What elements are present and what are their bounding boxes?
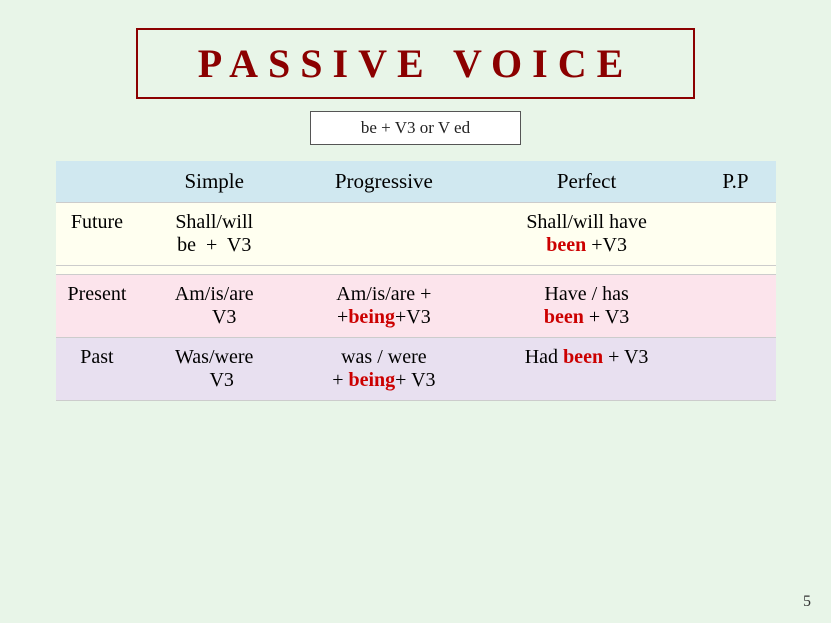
past-perfect-suffix: + V3	[608, 346, 648, 368]
future-label: Future	[56, 203, 139, 266]
present-perfect-suffix: + V3	[589, 306, 629, 328]
future-progressive	[290, 203, 478, 266]
table-row-future-spacer	[56, 266, 776, 275]
present-progressive: Am/is/are + +being+V3	[290, 275, 478, 338]
page-number: 5	[803, 593, 811, 611]
table-header-row: Simple Progressive Perfect P.P	[56, 161, 776, 203]
present-pp	[695, 275, 775, 338]
future-perfect-suffix: +V3	[591, 234, 627, 256]
present-label: Present	[56, 275, 139, 338]
past-prog-being: being	[348, 369, 395, 391]
future-pp	[695, 203, 775, 266]
header-col3: Perfect	[478, 161, 696, 203]
header-col1: Simple	[138, 161, 290, 203]
table-row-past: Past Was/were V3 was / were + being+ V3 …	[56, 338, 776, 401]
header-col2: Progressive	[290, 161, 478, 203]
title-box: PASSIVE VOICE	[136, 28, 696, 99]
header-col0	[56, 161, 139, 203]
future-perfect: Shall/will have been +V3	[478, 203, 696, 266]
present-perfect: Have / has been + V3	[478, 275, 696, 338]
present-perfect-been: been	[544, 306, 584, 328]
slide-title: PASSIVE VOICE	[198, 41, 634, 86]
present-simple: Am/is/are V3	[138, 275, 290, 338]
past-perfect-been: been	[563, 346, 603, 368]
table-row-present: Present Am/is/are V3 Am/is/are + +being+…	[56, 275, 776, 338]
past-pp	[695, 338, 775, 401]
slide: PASSIVE VOICE be + V3 or V ed Simple Pro…	[0, 0, 831, 623]
past-label: Past	[56, 338, 139, 401]
past-simple: Was/were V3	[138, 338, 290, 401]
table-row-future: Future Shall/willbe + V3 Shall/will have…	[56, 203, 776, 266]
past-progressive: was / were + being+ V3	[290, 338, 478, 401]
header-col4: P.P	[695, 161, 775, 203]
formula-box: be + V3 or V ed	[310, 111, 521, 145]
formula-text: be + V3 or V ed	[361, 118, 470, 137]
future-simple: Shall/willbe + V3	[138, 203, 290, 266]
future-perfect-been: been	[546, 234, 586, 256]
past-perfect: Had been + V3	[478, 338, 696, 401]
present-prog-being: being	[348, 306, 395, 328]
passive-voice-table: Simple Progressive Perfect P.P Future Sh…	[56, 161, 776, 401]
